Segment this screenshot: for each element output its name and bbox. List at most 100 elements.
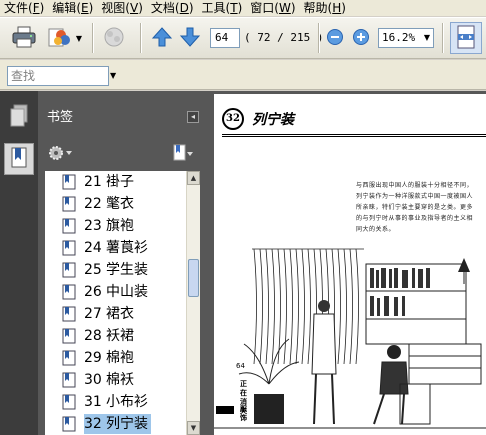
bookmark-label: 31 小布衫: [84, 392, 151, 412]
series-sublabel: 服饰: [240, 404, 247, 422]
bookmark-item[interactable]: 25 学生装: [45, 259, 186, 281]
zoom-select[interactable]: 16.2% ▼: [378, 28, 434, 48]
bookmark-icon: [62, 394, 76, 410]
bookmark-item[interactable]: 21 褂子: [45, 171, 186, 193]
previous-page-button[interactable]: [148, 24, 176, 52]
bookmarks-panel: 书签 ◂ 21 褂子 22 氅衣 23 旗袍 24 薯莨衫 25 学生装 26 中山装 27 裙衣 28 袄裙…: [38, 91, 205, 435]
chapter-number: 32: [222, 108, 244, 130]
bookmark-number: 29: [84, 350, 102, 366]
bookmark-title: 氅衣: [106, 196, 134, 212]
options-gear-icon[interactable]: [48, 144, 74, 165]
share-button[interactable]: [46, 24, 74, 52]
bookmark-item[interactable]: 32 列宁装: [45, 413, 186, 435]
bookmark-title: 学生装: [106, 262, 148, 278]
menu-label: 文件: [4, 1, 29, 15]
scroll-thumb[interactable]: [188, 259, 199, 297]
zoom-value[interactable]: 16.2%: [379, 29, 423, 47]
print-button[interactable]: [10, 24, 38, 52]
menu-item[interactable]: 编辑(E): [48, 0, 97, 16]
page-count: ( 72 / 215 ): [244, 31, 324, 44]
page-body-text: 与西服出现中国人的服装十分相径不同，列宁装作为一种洋服款式中国一度被国人所亲睐，…: [356, 182, 474, 233]
network-icon: [102, 25, 126, 52]
bookmark-title: 旗袍: [106, 218, 134, 234]
bookmark-item[interactable]: 28 袄裙: [45, 325, 186, 347]
bookmark-label: 32 列宁装: [84, 414, 151, 434]
fit-width-button[interactable]: [450, 22, 482, 54]
bookmark-item[interactable]: 29 棉袍: [45, 347, 186, 369]
bookmark-title: 裙衣: [106, 306, 134, 322]
page-number: 64: [236, 362, 245, 370]
menu-item[interactable]: 视图(V): [97, 0, 147, 16]
bookmark-icon: [62, 218, 76, 234]
bookmark-item[interactable]: 30 棉袄: [45, 369, 186, 391]
scroll-up-button[interactable]: ▲: [187, 171, 200, 185]
bookmark-item[interactable]: 31 小布衫: [45, 391, 186, 413]
collapse-panel-button[interactable]: ◂: [187, 111, 199, 123]
collaborate-button[interactable]: [100, 24, 128, 52]
share-icon: [47, 25, 73, 52]
zoom-in-button[interactable]: [350, 24, 372, 52]
bookmark-title: 薯莨衫: [106, 240, 148, 256]
bookmark-label: 24 薯莨衫: [84, 238, 151, 258]
menu-accelerator: E: [81, 1, 89, 15]
next-page-button[interactable]: [176, 24, 204, 52]
bookmark-icon: [62, 196, 76, 212]
document-page: 32 列宁装 与西服出现中国人的服装十分相径不同，列宁装作为一种洋服款式中国一度…: [214, 94, 486, 435]
menu-label: 工具: [201, 1, 226, 15]
bookmark-title: 棉袄: [106, 372, 134, 388]
document-view[interactable]: 32 列宁装 与西服出现中国人的服装十分相径不同，列宁装作为一种洋服款式中国一度…: [205, 91, 486, 435]
bookmark-number: 21: [84, 174, 102, 190]
bookmark-title: 中山装: [106, 284, 148, 300]
bookmark-item[interactable]: 23 旗袍: [45, 215, 186, 237]
menu-accelerator: T: [230, 1, 238, 15]
bookmark-icon: [62, 240, 76, 256]
bookmark-label: 29 棉袍: [84, 348, 137, 368]
bookmark-item[interactable]: 27 裙衣: [45, 303, 186, 325]
printer-icon: [12, 26, 36, 51]
bookmark-number: 27: [84, 306, 102, 322]
chevron-down-icon[interactable]: ▼: [421, 29, 433, 47]
menu-label: 视图: [101, 1, 126, 15]
menu-accelerator: F: [32, 1, 40, 15]
bookmark-item[interactable]: 26 中山装: [45, 281, 186, 303]
arrow-down-icon: [179, 26, 201, 51]
menu-item[interactable]: 文件(F): [0, 0, 48, 16]
bookmarks-panel-button[interactable]: [4, 143, 34, 175]
scroll-down-button[interactable]: ▼: [187, 421, 200, 435]
bookmark-scrollbar[interactable]: ▲ ▼: [186, 171, 200, 435]
expand-bookmark-icon[interactable]: [172, 143, 194, 166]
menu-item[interactable]: 帮助(H): [300, 0, 350, 16]
menu-item[interactable]: 工具(T): [198, 0, 247, 16]
page-number-input[interactable]: 64: [210, 28, 240, 48]
zoom-in-icon: [352, 28, 370, 49]
zoom-out-icon: [326, 28, 344, 49]
menu-label: 窗口: [250, 1, 275, 15]
bookmark-item[interactable]: 24 薯莨衫: [45, 237, 186, 259]
menu-accelerator: D: [179, 1, 189, 15]
bookmark-label: 22 氅衣: [84, 194, 137, 214]
bookmark-icon: [62, 284, 76, 300]
menu-bar: 文件(F) 编辑(E) 视图(V) 文档(D) 工具(T) 窗口(W) 帮助(H): [0, 0, 486, 16]
bookmark-title: 列宁装: [106, 416, 148, 432]
find-toolbar: 查找 ▼: [0, 60, 486, 90]
menu-label: 文档: [150, 1, 175, 15]
menu-item[interactable]: 窗口(W): [246, 0, 299, 16]
bookmark-title: 褂子: [106, 174, 134, 190]
bookmark-title: 棉袍: [106, 350, 134, 366]
menu-item[interactable]: 文档(D): [147, 0, 198, 16]
find-input[interactable]: 查找: [7, 66, 109, 86]
bookmark-item[interactable]: 22 氅衣: [45, 193, 186, 215]
find-dropdown-icon[interactable]: ▼: [110, 71, 116, 80]
bookmark-number: 26: [84, 284, 102, 300]
menu-accelerator: V: [129, 1, 139, 15]
bookmark-number: 32: [84, 416, 102, 432]
bookmark-icon: [62, 262, 76, 278]
bookmark-icon: [9, 146, 29, 173]
bookmark-number: 22: [84, 196, 102, 212]
pages-icon: [9, 104, 29, 131]
pages-panel-button[interactable]: [4, 101, 34, 133]
bookmark-label: 21 褂子: [84, 172, 137, 192]
zoom-out-button[interactable]: [324, 24, 346, 52]
bookmark-icon: [62, 372, 76, 388]
share-dropdown[interactable]: ▼: [74, 24, 84, 52]
